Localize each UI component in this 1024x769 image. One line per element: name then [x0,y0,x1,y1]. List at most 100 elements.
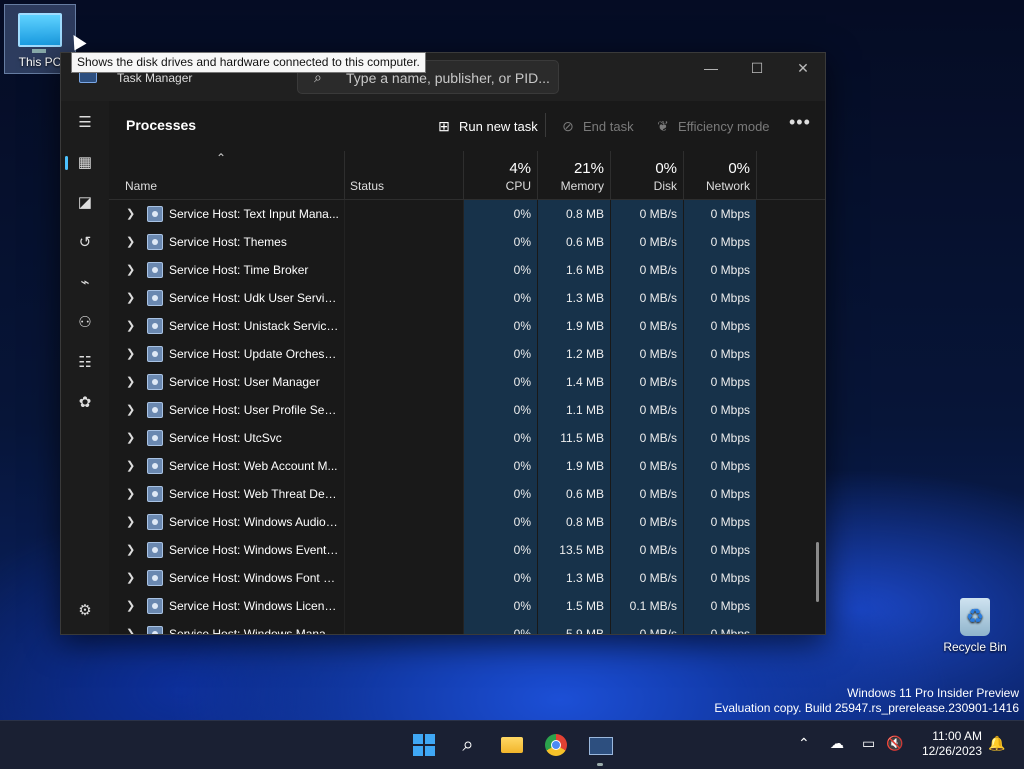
maximize-button[interactable]: ☐ [734,53,780,83]
settings-icon[interactable]: ⚙ [65,593,105,629]
toolbar-divider [545,113,546,137]
clock[interactable]: 11:00 AM 12/26/2023 [910,729,982,759]
run-new-task-icon: ⊞ [438,118,450,134]
close-button[interactable]: ✕ [780,53,825,83]
efficiency-mode-button[interactable]: ❦ Efficiency mode [654,115,769,137]
notification-bell-icon[interactable]: 🔔 [988,735,1005,752]
memory-cell: 1.3 MB [538,284,610,312]
expand-chevron-icon[interactable]: ❯ [126,459,135,472]
app-history-icon[interactable]: ↺ [65,225,105,261]
column-name-label: Name [125,179,158,193]
table-row[interactable]: ❯ Service Host: Web Account M... 0% 1.9 … [109,452,825,480]
expand-chevron-icon[interactable]: ❯ [126,487,135,500]
recycle-bin-desktop-icon[interactable]: ♻ Recycle Bin [940,592,1010,654]
processes-icon[interactable]: ▦ [65,145,105,181]
column-name[interactable]: ⌃ Name [109,151,345,199]
onedrive-icon[interactable]: ☁ [830,735,844,752]
taskbar-search-button[interactable]: ⌕ [452,729,484,761]
end-task-button[interactable]: ⊘ End task [559,115,633,137]
more-options-button[interactable]: ••• [789,111,811,133]
memory-cell: 0.8 MB [538,508,610,536]
disk-cell: 0 MB/s [611,564,683,592]
table-row[interactable]: ❯ Service Host: User Manager 0% 1.4 MB 0… [109,368,825,396]
table-row[interactable]: ❯ Service Host: Windows Event ... 0% 13.… [109,536,825,564]
disk-cell: 0 MB/s [611,284,683,312]
memory-cell: 5.9 MB [538,620,610,634]
table-row[interactable]: ❯ Service Host: Windows Font C... 0% 1.3… [109,564,825,592]
file-explorer-button[interactable] [496,729,528,761]
command-bar: Processes ⊞ Run new task ⊘ End task ❦ Effic… [109,101,825,151]
table-row[interactable]: ❯ Service Host: Web Threat Defe... 0% 0.… [109,480,825,508]
table-row[interactable]: ❯ Service Host: Update Orchestr... 0% 1.… [109,340,825,368]
table-row[interactable]: ❯ Service Host: Windows Audio ... 0% 0.8… [109,508,825,536]
expand-chevron-icon[interactable]: ❯ [126,627,135,634]
table-row[interactable]: ❯ Service Host: Text Input Mana... 0% 0.… [109,200,825,228]
memory-cell: 1.9 MB [538,312,610,340]
column-disk[interactable]: 0% Disk [611,151,684,199]
column-memory[interactable]: 21% Memory [538,151,611,199]
expand-chevron-icon[interactable]: ❯ [126,431,135,444]
disk-cell: 0.1 MB/s [611,592,683,620]
service-host-icon [147,290,163,306]
column-cpu[interactable]: 4% CPU [464,151,538,199]
service-host-icon [147,486,163,502]
cpu-cell: 0% [464,620,537,634]
details-icon[interactable]: ☷ [65,345,105,381]
expand-chevron-icon[interactable]: ❯ [126,319,135,332]
table-row[interactable]: ❯ Service Host: Windows Manag... 0% 5.9 … [109,620,825,634]
service-host-icon [147,626,163,634]
network-cell: 0 Mbps [684,200,756,228]
page-title: Processes [126,117,197,133]
network-cell: 0 Mbps [684,508,756,536]
task-manager-taskbar-button[interactable] [584,729,616,766]
expand-chevron-icon[interactable]: ❯ [126,599,135,612]
network-total: 0% [728,160,750,177]
users-icon[interactable]: ⚇ [65,305,105,341]
cpu-cell: 0% [464,368,537,396]
speaker-muted-icon[interactable]: 🔇 [886,735,903,752]
expand-chevron-icon[interactable]: ❯ [126,291,135,304]
run-new-task-button[interactable]: ⊞ Run new task [435,115,538,137]
expand-chevron-icon[interactable]: ❯ [126,403,135,416]
minimize-button[interactable]: — [688,53,734,83]
cpu-cell: 0% [464,396,537,424]
column-status[interactable]: Status [344,151,464,199]
memory-cell: 1.3 MB [538,564,610,592]
service-host-icon [147,206,163,222]
service-host-icon [147,514,163,530]
table-row[interactable]: ❯ Service Host: User Profile Servi... 0%… [109,396,825,424]
memory-cell: 1.6 MB [538,256,610,284]
start-button[interactable] [408,729,440,761]
process-name: Service Host: User Manager [169,375,320,389]
vertical-scrollbar[interactable] [816,542,819,602]
performance-icon[interactable]: ◪ [65,185,105,221]
column-network[interactable]: 0% Network [684,151,757,199]
disk-cell: 0 MB/s [611,340,683,368]
hamburger-icon[interactable]: ☰ [65,105,105,141]
table-row[interactable]: ❯ Service Host: Windows Licens... 0% 1.5… [109,592,825,620]
expand-chevron-icon[interactable]: ❯ [126,207,135,220]
expand-chevron-icon[interactable]: ❯ [126,515,135,528]
expand-chevron-icon[interactable]: ❯ [126,347,135,360]
table-row[interactable]: ❯ Service Host: Themes 0% 0.6 MB 0 MB/s … [109,228,825,256]
network-cell: 0 Mbps [684,312,756,340]
network-icon[interactable]: ▭ [862,735,875,752]
cpu-cell: 0% [464,480,537,508]
startup-apps-icon[interactable]: ⌁ [65,265,105,301]
table-row[interactable]: ❯ Service Host: Unistack Service ... 0% … [109,312,825,340]
expand-chevron-icon[interactable]: ❯ [126,571,135,584]
expand-chevron-icon[interactable]: ❯ [126,543,135,556]
disk-cell: 0 MB/s [611,228,683,256]
services-icon[interactable]: ✿ [65,385,105,421]
table-row[interactable]: ❯ Service Host: Time Broker 0% 1.6 MB 0 … [109,256,825,284]
network-cell: 0 Mbps [684,564,756,592]
table-row[interactable]: ❯ Service Host: Udk User Service... 0% 1… [109,284,825,312]
sort-caret-icon: ⌃ [216,151,227,165]
chrome-button[interactable] [540,729,572,761]
expand-chevron-icon[interactable]: ❯ [126,235,135,248]
expand-chevron-icon[interactable]: ❯ [126,263,135,276]
expand-chevron-icon[interactable]: ❯ [126,375,135,388]
table-row[interactable]: ❯ Service Host: UtcSvc 0% 11.5 MB 0 MB/s… [109,424,825,452]
show-hidden-icons-chevron-icon[interactable]: ⌃ [798,735,810,752]
table-header: ⌃ Name Status 4% CPU 21% Memory 0% Disk … [109,151,825,200]
